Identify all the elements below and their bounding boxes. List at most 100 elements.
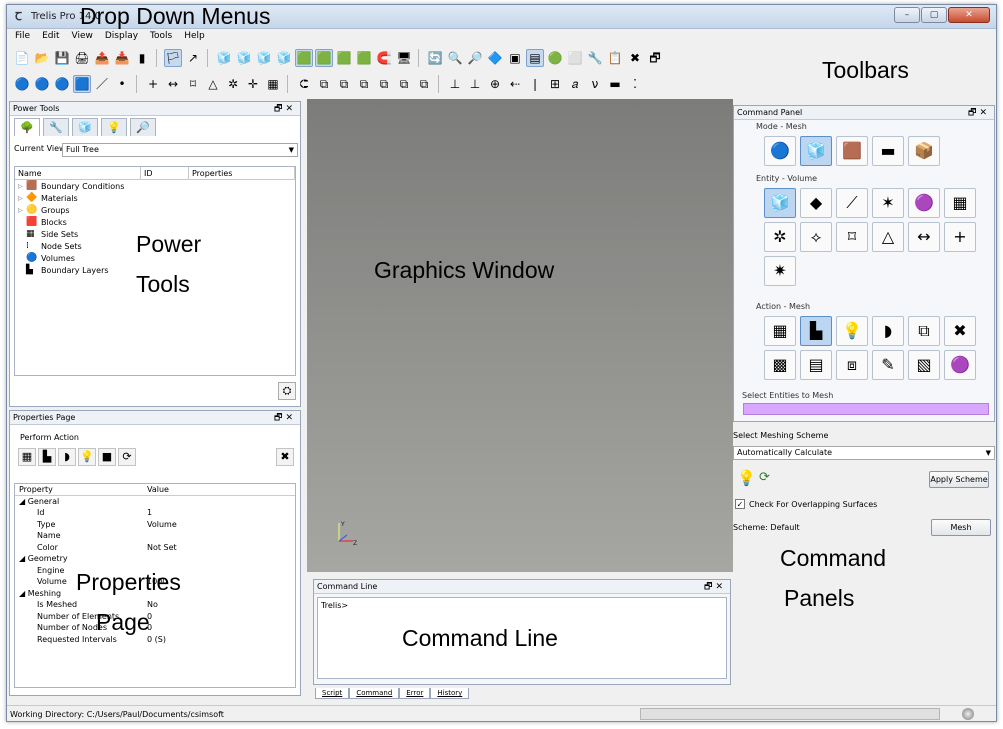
maximize-button[interactable]: ▢ — [921, 7, 947, 23]
menu-edit[interactable]: Edit — [42, 29, 59, 43]
toolbar-icon[interactable]: ▤ — [526, 49, 544, 67]
toolbar-icon[interactable]: 📋 — [606, 49, 624, 67]
toolbar-icon[interactable]: ⇠ — [506, 75, 524, 93]
mesh-button[interactable]: Mesh — [931, 519, 991, 536]
tab-command[interactable]: Command — [349, 688, 400, 699]
vertex-entity-icon[interactable]: ✶ — [872, 188, 904, 218]
menu-help[interactable]: Help — [184, 29, 205, 43]
quality-action-icon[interactable]: ▤ — [800, 350, 832, 380]
hint-icon[interactable]: 💡 — [78, 448, 96, 466]
expand-icon[interactable]: ▷ — [18, 183, 26, 190]
property-row[interactable]: Number of Nodes 0 — [15, 622, 295, 634]
menu-tools[interactable]: Tools — [150, 29, 172, 43]
tab-history[interactable]: History — [430, 688, 470, 699]
copy-action-icon[interactable]: ⧉ — [908, 316, 940, 346]
toolbar-icon[interactable]: 🔍 — [446, 49, 464, 67]
tab-error[interactable]: Error — [399, 688, 431, 699]
property-row[interactable]: Id 1 — [15, 507, 295, 519]
quality-entity-icon[interactable]: ✷ — [764, 256, 796, 286]
delete-action-icon[interactable]: ✖ — [944, 316, 976, 346]
apply-scheme-button[interactable]: Apply Scheme — [929, 471, 989, 488]
toolbar-icon[interactable]: 🔵 — [33, 75, 51, 93]
tri-entity-icon[interactable]: ⌑ — [836, 222, 868, 252]
toolbar-icon[interactable]: • — [113, 75, 131, 93]
sweep-action-icon[interactable]: ✎ — [872, 350, 904, 380]
toolbar-icon[interactable]: ⧉ — [375, 75, 393, 93]
pattern-action-icon[interactable]: ▧ — [908, 350, 940, 380]
panel-float-close-icon[interactable]: 🗗✕ — [704, 580, 726, 594]
toolbar-icon[interactable]: ⮈ — [295, 75, 313, 93]
toolbar-icon[interactable]: ▮ — [133, 49, 151, 67]
panel-float-close-icon[interactable]: 🗗✕ — [274, 411, 296, 425]
toolbar-icon[interactable]: 🗗 — [646, 49, 664, 67]
node-entity-icon[interactable]: + — [944, 222, 976, 252]
refine-action-icon[interactable]: ▩ — [764, 350, 796, 380]
geometry-mode-icon[interactable]: 🔵 — [764, 136, 796, 166]
tet-entity-icon[interactable]: △ — [872, 222, 904, 252]
toolbar-icon[interactable]: 🏳 — [164, 49, 182, 67]
boundary-layer-icon[interactable]: ▙ — [38, 448, 56, 466]
refresh-icon[interactable]: ⟳ — [118, 448, 136, 466]
toolbar-icon[interactable]: ／ — [93, 75, 111, 93]
toolbar-icon[interactable]: ▦ — [264, 75, 282, 93]
tab-geometry[interactable]: 🧊 — [72, 118, 98, 136]
group-entity-icon[interactable]: 🟣 — [908, 188, 940, 218]
toolbar-icon[interactable]: 🧊 — [215, 49, 233, 67]
toolbar-icon[interactable]: 🖨 — [73, 49, 91, 67]
toolbar-icon[interactable]: ❘ — [526, 75, 544, 93]
current-view-select[interactable]: Full Tree ▼ — [62, 143, 298, 157]
analysis-mode-icon[interactable]: ▬ — [872, 136, 904, 166]
toolbar-icon[interactable]: ⊕ — [486, 75, 504, 93]
property-row[interactable]: Number of Elements 0 — [15, 611, 295, 623]
col-name[interactable]: Name — [15, 167, 141, 179]
toolbar-icon[interactable]: 🖥 — [395, 49, 413, 67]
hex-entity-icon[interactable]: ✲ — [764, 222, 796, 252]
quad-entity-icon[interactable]: ⟡ — [800, 222, 832, 252]
toolbar-icon[interactable]: 🟦 — [73, 75, 91, 93]
toolbar-icon[interactable]: 🧲 — [375, 49, 393, 67]
col-id[interactable]: ID — [141, 167, 189, 179]
toolbar-icon[interactable]: 🔵 — [13, 75, 31, 93]
refresh-icon[interactable]: ⟳ — [759, 470, 770, 485]
toolbar-icon[interactable]: 🟩 — [295, 49, 313, 67]
tree-item[interactable]: 🟥 Blocks — [15, 216, 295, 228]
property-row[interactable]: Type Volume — [15, 519, 295, 531]
property-row[interactable]: Name — [15, 530, 295, 542]
property-row[interactable]: Color Not Set — [15, 542, 295, 554]
col-properties[interactable]: Properties — [189, 167, 295, 179]
meshing-scheme-select[interactable]: Automatically Calculate ▼ — [733, 446, 995, 460]
export-mode-icon[interactable]: 📦 — [908, 136, 940, 166]
toolbar-icon[interactable]: ⬜ — [566, 49, 584, 67]
hint-icon[interactable]: 💡 — [737, 469, 756, 487]
expand-icon[interactable]: ▷ — [18, 207, 26, 214]
toolbar-icon[interactable]: ↗ — [184, 49, 202, 67]
volume-entity-icon[interactable]: 🧊 — [764, 188, 796, 218]
tab-tools[interactable]: 🔧 — [43, 118, 69, 136]
toolbar-icon[interactable]: △ — [204, 75, 222, 93]
toolbar-icon[interactable]: ▣ — [506, 49, 524, 67]
close-button[interactable]: ✕ — [948, 7, 990, 23]
toolbar-icon[interactable]: ▬ — [606, 75, 624, 93]
toolbar-icon[interactable]: ⊞ — [546, 75, 564, 93]
toolbar-icon[interactable]: 🟢 — [546, 49, 564, 67]
delete-mesh-icon[interactable]: ✖ — [276, 448, 294, 466]
toolbar-icon[interactable]: 🟩 — [335, 49, 353, 67]
toolbar-icon[interactable]: ν — [586, 75, 604, 93]
surface-entity-icon[interactable]: ◆ — [800, 188, 832, 218]
power-tools-action-icon[interactable]: ⛭ — [278, 382, 296, 400]
toolbar-icon[interactable]: ⊥ — [466, 75, 484, 93]
block-mode-icon[interactable]: 🟫 — [836, 136, 868, 166]
tree-item[interactable]: ▷ 🟡 Groups — [15, 204, 295, 216]
toolbar-icon[interactable]: 🧊 — [275, 49, 293, 67]
mesh-mode-icon[interactable]: 🧊 — [800, 136, 832, 166]
property-row[interactable]: ◢ General — [15, 496, 295, 508]
panel-float-close-icon[interactable]: 🗗✕ — [274, 102, 296, 116]
toolbar-icon[interactable]: 📂 — [33, 49, 51, 67]
toolbar-icon[interactable]: 🔎 — [466, 49, 484, 67]
grid-entity-icon[interactable]: ▦ — [944, 188, 976, 218]
tab-script[interactable]: Script — [315, 688, 350, 699]
property-row[interactable]: Is Meshed No — [15, 599, 295, 611]
boundary-layer-action-icon[interactable]: ▙ — [800, 316, 832, 346]
graphics-window[interactable] — [307, 99, 733, 572]
expand-icon[interactable]: ▷ — [18, 195, 26, 202]
